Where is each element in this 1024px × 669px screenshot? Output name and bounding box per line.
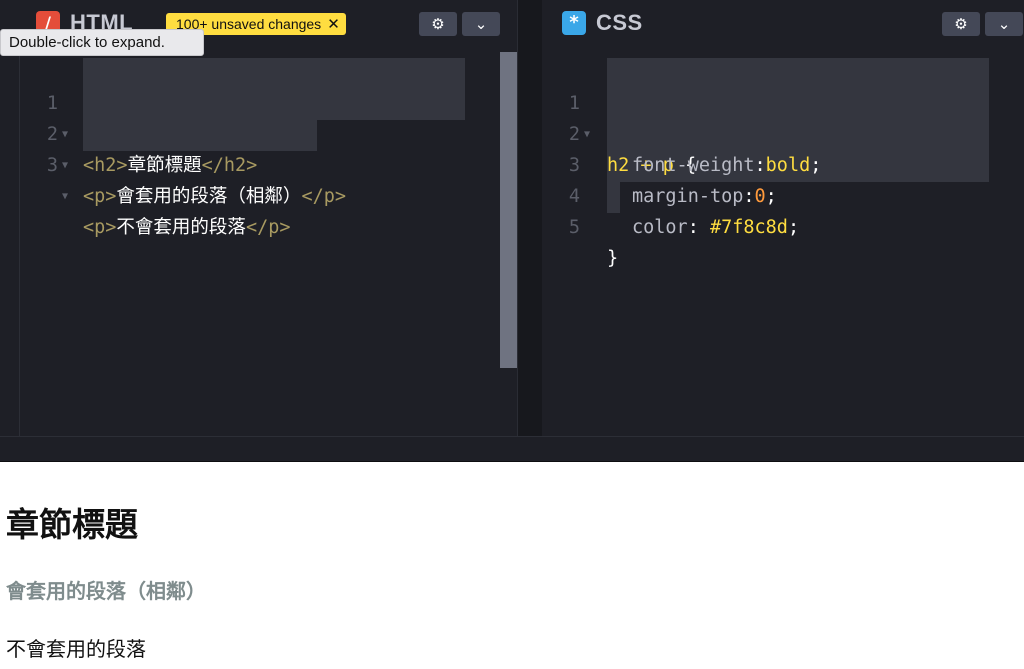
- selection-highlight: [83, 120, 317, 151]
- line-number: 5: [568, 217, 580, 238]
- css-value: bold: [765, 155, 811, 176]
- semicolon: ;: [787, 217, 800, 238]
- code-line: 4 color: #7f8c8d;: [542, 150, 799, 238]
- css-settings-button[interactable]: ⚙: [942, 12, 980, 36]
- tag-text: 不會套用的段落: [116, 217, 246, 238]
- css-editor-pane[interactable]: * CSS ⚙ ⌄ 1 ▼ h2 + p { 2 font-weight:bol…: [542, 0, 1024, 436]
- colon: :: [743, 186, 755, 207]
- css-property: margin-top: [632, 186, 744, 207]
- colon: :: [687, 217, 710, 238]
- css-property: font-weight: [632, 155, 755, 176]
- preview-paragraph: 不會套用的段落: [6, 637, 146, 661]
- colon: :: [754, 155, 766, 176]
- preview-adjacent-paragraph: 會套用的段落（相鄰）: [6, 579, 206, 603]
- close-tag: </p>: [301, 186, 346, 207]
- preview-resize-bar[interactable]: [0, 436, 1024, 462]
- html-editor-pane[interactable]: / HTML 100+ unsaved changes ✕ ⚙ ⌄ 1 ▼ <h…: [0, 0, 517, 436]
- close-tag: </h2>: [201, 155, 258, 176]
- preview-heading: 章節標題: [6, 505, 138, 544]
- code-line: 3 ▼ <p>不會套用的段落</p>: [0, 119, 291, 238]
- fold-arrow-icon[interactable]: ▼: [62, 181, 68, 212]
- expand-tooltip: Double-click to expand.: [0, 29, 204, 56]
- pane-resizer[interactable]: [517, 0, 542, 436]
- css-collapse-button[interactable]: ⌄: [985, 12, 1023, 36]
- selection-highlight: [83, 58, 465, 120]
- line-number: 3: [46, 155, 58, 176]
- close-brace: }: [607, 248, 619, 269]
- code-line: 1 ▼ h2 + p {: [542, 57, 696, 176]
- chevron-down-icon: ⌄: [474, 15, 488, 33]
- code-line: 2 ▼ <p>會套用的段落（相鄰）</p>: [0, 88, 346, 207]
- html-scrollbar[interactable]: [500, 52, 517, 368]
- open-tag: <h2>: [83, 155, 128, 176]
- css-value: 0: [754, 186, 766, 207]
- tag-text: 章節標題: [127, 155, 202, 176]
- css-value: #7f8c8d: [709, 217, 788, 238]
- code-editors: / HTML 100+ unsaved changes ✕ ⚙ ⌄ 1 ▼ <h…: [0, 0, 1024, 436]
- gear-icon: ⚙: [954, 15, 968, 33]
- close-tag: </p>: [245, 217, 291, 238]
- html-collapse-button[interactable]: ⌄: [462, 12, 500, 36]
- code-line: 1 ▼ <h2>章節標題</h2>: [0, 57, 257, 176]
- close-icon[interactable]: ✕: [327, 17, 340, 32]
- css-property: color: [632, 217, 688, 238]
- code-line: 3 margin-top:0;: [542, 119, 777, 207]
- result-preview: 章節標題 會套用的段落（相鄰） 不會套用的段落: [0, 462, 1024, 669]
- open-tag: <p>: [83, 217, 117, 238]
- semicolon: ;: [810, 155, 822, 176]
- css-icon: *: [562, 11, 586, 35]
- semicolon: ;: [765, 186, 777, 207]
- code-line: 2 font-weight:bold;: [542, 88, 822, 176]
- css-pane-title: * CSS: [562, 10, 643, 36]
- chevron-down-icon: ⌄: [997, 15, 1011, 33]
- html-settings-button[interactable]: ⚙: [419, 12, 457, 36]
- tag-text: 會套用的段落（相鄰）: [116, 186, 302, 207]
- code-line: 5 }: [542, 181, 631, 269]
- css-title: CSS: [596, 10, 643, 35]
- gear-icon: ⚙: [431, 15, 445, 33]
